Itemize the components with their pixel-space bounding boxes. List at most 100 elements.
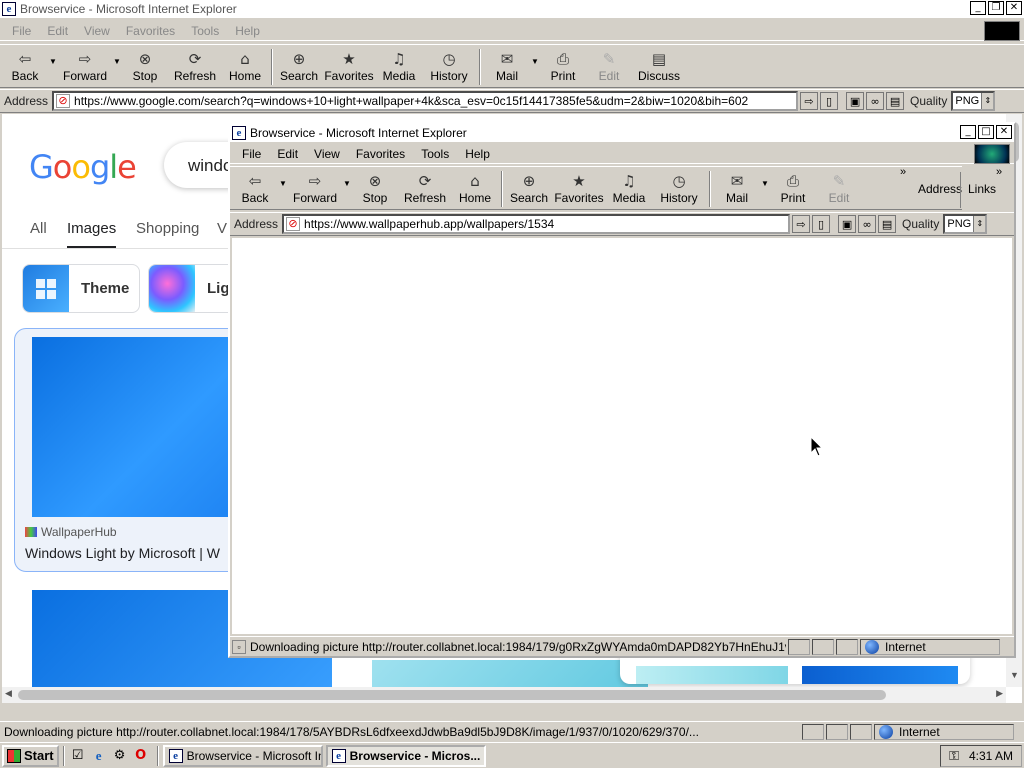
chip-theme[interactable]: Theme xyxy=(22,264,140,313)
back-button[interactable]: ⇦ Back xyxy=(232,167,278,205)
stop-button[interactable]: ⊗ Stop xyxy=(352,167,398,205)
clipboard-icon[interactable]: ▤ xyxy=(886,92,905,110)
back-dropdown-icon[interactable]: ▼ xyxy=(48,45,58,66)
popup-address-input[interactable]: ⊘ https://www.wallpaperhub.app/wallpaper… xyxy=(282,214,791,234)
result-title[interactable]: Windows Light by Microsoft | W xyxy=(25,545,220,561)
page-horizontal-scrollbar[interactable]: ◀ ▶ xyxy=(2,687,1006,703)
menu-favorites[interactable]: Favorites xyxy=(348,147,413,161)
history-icon: ◷ xyxy=(442,50,456,68)
address-toolbar-button[interactable]: Address xyxy=(918,182,962,196)
preview-thumb-2[interactable] xyxy=(802,666,958,684)
minimize-button[interactable]: _ xyxy=(970,1,986,15)
forward-button[interactable]: ⇨ Forward xyxy=(288,167,342,205)
taskbar-item-main[interactable]: e Browservice - Microsoft Int... xyxy=(162,744,323,767)
scroll-down-icon[interactable]: ▼ xyxy=(1010,670,1019,680)
clipboard-icon[interactable]: ▤ xyxy=(878,215,897,233)
menu-tools[interactable]: Tools xyxy=(183,24,227,38)
search-text: windo xyxy=(188,156,233,175)
taskbar-item-popup[interactable]: e Browservice - Micros... xyxy=(325,744,486,767)
quality-select[interactable]: PNG ⇕ xyxy=(943,214,988,234)
search-button[interactable]: ⊕ Search xyxy=(506,167,552,205)
tab-all[interactable]: All xyxy=(30,220,47,237)
edit-button[interactable]: ✎ Edit xyxy=(586,45,632,83)
main-status-bar: Downloading picture http://router.collab… xyxy=(0,721,1024,741)
home-button[interactable]: ⌂ Home xyxy=(452,167,498,205)
menu-file[interactable]: File xyxy=(4,24,39,38)
mail-button[interactable]: ✉ Mail xyxy=(714,167,760,205)
print-button[interactable]: ⎙ Print xyxy=(770,167,816,205)
find-icon[interactable]: ∞ xyxy=(866,92,885,110)
go-icon[interactable]: ⇨ xyxy=(792,215,811,233)
bookmark-icon[interactable]: ▯ xyxy=(812,215,831,233)
refresh-button[interactable]: ⟳ Refresh xyxy=(168,45,222,83)
scroll-right-icon[interactable]: ▶ xyxy=(996,688,1003,699)
show-desktop-icon[interactable]: ☑ xyxy=(69,747,87,765)
menu-view[interactable]: View xyxy=(76,24,118,38)
menu-edit[interactable]: Edit xyxy=(269,147,306,161)
history-button[interactable]: ◷ History xyxy=(422,45,476,83)
links-button[interactable]: Links xyxy=(968,182,996,196)
links-chevron[interactable]: » xyxy=(996,166,1002,178)
bookmark-icon[interactable]: ▯ xyxy=(820,92,839,110)
back-button[interactable]: ⇦ Back xyxy=(2,45,48,83)
stop-button[interactable]: ⊗ Stop xyxy=(122,45,168,83)
network-icon[interactable]: ⚙ xyxy=(111,747,129,765)
screenshot-icon[interactable]: ▣ xyxy=(838,215,857,233)
tab-more[interactable]: V xyxy=(217,220,227,237)
go-icon[interactable]: ⇨ xyxy=(800,92,819,110)
opera-icon[interactable]: O xyxy=(132,747,150,765)
clock[interactable]: 4:31 AM xyxy=(969,749,1013,763)
menu-view[interactable]: View xyxy=(306,147,348,161)
menu-help[interactable]: Help xyxy=(457,147,498,161)
search-button[interactable]: ⊕ Search xyxy=(276,45,322,83)
network-tray-icon[interactable]: ⚿ xyxy=(949,749,959,764)
chip-theme-label: Theme xyxy=(81,280,130,297)
forward-dropdown-icon[interactable]: ▼ xyxy=(112,45,122,66)
mail-dropdown-icon[interactable]: ▼ xyxy=(760,167,770,188)
tab-images[interactable]: Images xyxy=(67,220,117,249)
google-logo[interactable]: Google xyxy=(29,148,137,186)
home-icon: ⌂ xyxy=(470,172,480,190)
menu-edit[interactable]: Edit xyxy=(39,24,76,38)
menu-help[interactable]: Help xyxy=(227,24,268,38)
home-button[interactable]: ⌂ Home xyxy=(222,45,268,83)
status-pane xyxy=(850,723,872,740)
ie-quicklaunch-icon[interactable]: e xyxy=(90,747,108,765)
popup-page-content[interactable] xyxy=(232,238,1012,634)
forward-button[interactable]: ⇨ Forward xyxy=(58,45,112,83)
scroll-left-icon[interactable]: ◀ xyxy=(5,688,12,699)
main-address-input[interactable]: ⊘ https://www.google.com/search?q=window… xyxy=(52,91,799,111)
maximize-button[interactable]: □ xyxy=(978,125,994,139)
search-label: Search xyxy=(509,191,549,205)
menu-tools[interactable]: Tools xyxy=(413,147,457,161)
media-button[interactable]: ♫ Media xyxy=(606,167,652,205)
hscroll-thumb[interactable] xyxy=(18,690,886,700)
edit-button[interactable]: ✎ Edit xyxy=(816,167,862,205)
quality-select[interactable]: PNG ⇕ xyxy=(951,91,996,111)
tab-shopping[interactable]: Shopping xyxy=(136,220,199,237)
back-dropdown-icon[interactable]: ▼ xyxy=(278,167,288,188)
refresh-button[interactable]: ⟳ Refresh xyxy=(398,167,452,205)
toolbar-chevron[interactable]: » xyxy=(900,166,906,178)
mail-button[interactable]: ✉ Mail xyxy=(484,45,530,83)
preview-thumb-1[interactable] xyxy=(636,666,788,684)
menu-favorites[interactable]: Favorites xyxy=(118,24,183,38)
close-button[interactable]: ✕ xyxy=(1006,1,1022,15)
favorites-button[interactable]: ★ Favorites xyxy=(552,167,606,205)
menu-file[interactable]: File xyxy=(234,147,269,161)
forward-dropdown-icon[interactable]: ▼ xyxy=(342,167,352,188)
start-button[interactable]: Start xyxy=(2,744,59,767)
minimize-button[interactable]: _ xyxy=(960,125,976,139)
restore-button[interactable]: ❐ xyxy=(988,1,1004,15)
favorites-button[interactable]: ★ Favorites xyxy=(322,45,376,83)
address-label: Address xyxy=(4,94,49,108)
discuss-button[interactable]: ▤ Discuss xyxy=(632,45,686,83)
mail-dropdown-icon[interactable]: ▼ xyxy=(530,45,540,66)
refresh-icon: ⟳ xyxy=(418,172,432,190)
media-button[interactable]: ♫ Media xyxy=(376,45,422,83)
find-icon[interactable]: ∞ xyxy=(858,215,877,233)
screenshot-icon[interactable]: ▣ xyxy=(846,92,865,110)
history-button[interactable]: ◷ History xyxy=(652,167,706,205)
close-button[interactable]: ✕ xyxy=(996,125,1012,139)
print-button[interactable]: ⎙ Print xyxy=(540,45,586,83)
